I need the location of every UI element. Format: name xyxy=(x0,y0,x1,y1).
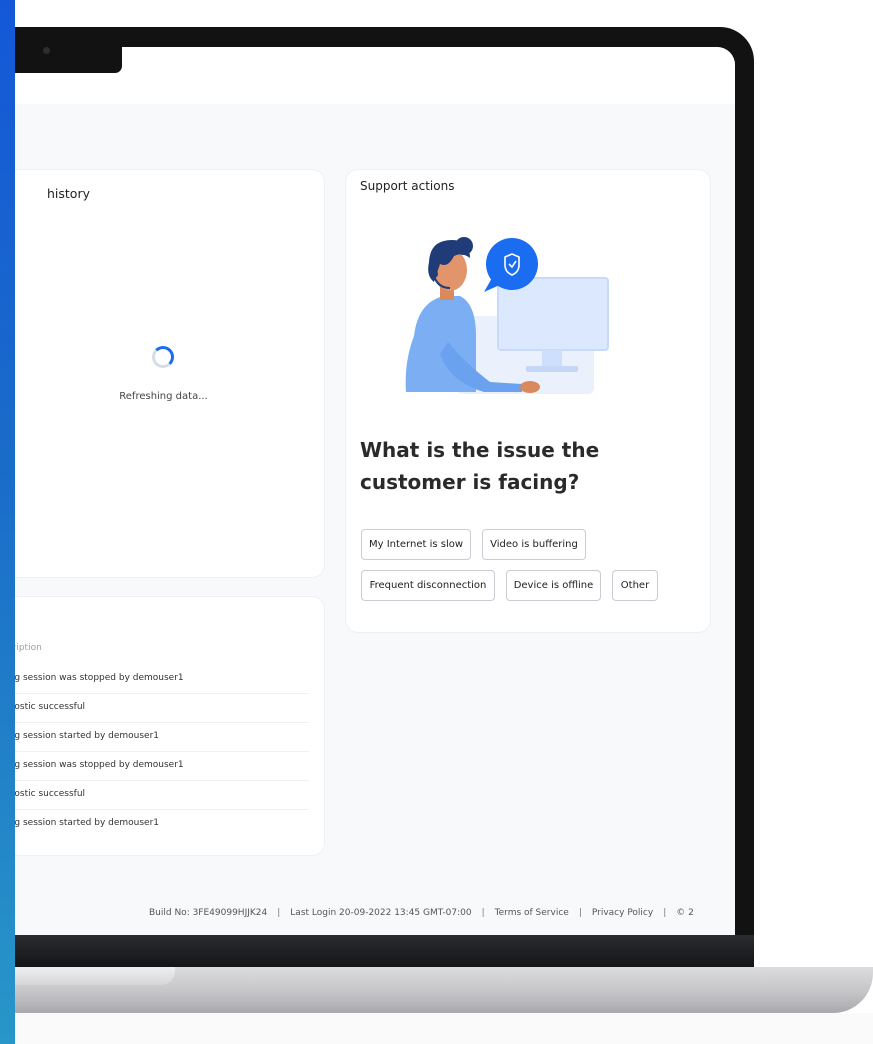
laptop-base-groove xyxy=(15,967,175,985)
event-log-card: scription bug session was stopped by dem… xyxy=(15,597,324,855)
log-row: bug session was stopped by demouser1 xyxy=(15,664,309,694)
build-number: Build No: 3FE49099HJJK24 xyxy=(149,908,268,918)
issue-question-heading: What is the issue the customer is facing… xyxy=(360,438,600,494)
support-actions-card: Support actions What is the issue the cu… xyxy=(346,170,710,632)
option-internet-slow-button[interactable]: My Internet is slow xyxy=(361,529,471,560)
history-card: history Refreshing data... xyxy=(15,170,324,577)
log-row: gnostic successful xyxy=(15,780,309,810)
history-card-title: history xyxy=(47,186,90,201)
log-row: bug session started by demouser1 xyxy=(15,722,309,752)
option-other-button[interactable]: Other xyxy=(612,570,658,601)
last-login: Last Login 20-09-2022 13:45 GMT-07:00 xyxy=(290,908,472,918)
log-row: gnostic successful xyxy=(15,693,309,723)
app-screen: history Refreshing data... scription bug… xyxy=(15,47,735,935)
blue-background-strip xyxy=(0,0,15,1044)
copyright-text: © 2 xyxy=(676,908,694,918)
option-frequent-disconnection-button[interactable]: Frequent disconnection xyxy=(361,570,495,601)
option-device-offline-button[interactable]: Device is offline xyxy=(506,570,601,601)
camera-icon xyxy=(43,47,50,54)
footer: Build No: 3FE49099HJJK24 | Last Login 20-0… xyxy=(149,908,694,918)
option-video-buffering-button[interactable]: Video is buffering xyxy=(482,529,586,560)
log-row: bug session was stopped by demouser1 xyxy=(15,751,309,781)
description-column-header: scription xyxy=(15,643,42,653)
terms-of-service-link[interactable]: Terms of Service xyxy=(495,908,569,918)
support-actions-title: Support actions xyxy=(360,179,455,193)
laptop-chin xyxy=(15,935,754,967)
laptop-shadow xyxy=(15,1013,873,1044)
camera-notch xyxy=(15,27,122,73)
log-row: bug session started by demouser1 xyxy=(15,818,160,828)
loading-text: Refreshing data... xyxy=(119,391,208,402)
top-bar xyxy=(15,47,735,104)
support-agent-illustration xyxy=(405,237,609,394)
privacy-policy-link[interactable]: Privacy Policy xyxy=(592,908,653,918)
loading-spinner-icon xyxy=(152,346,174,368)
